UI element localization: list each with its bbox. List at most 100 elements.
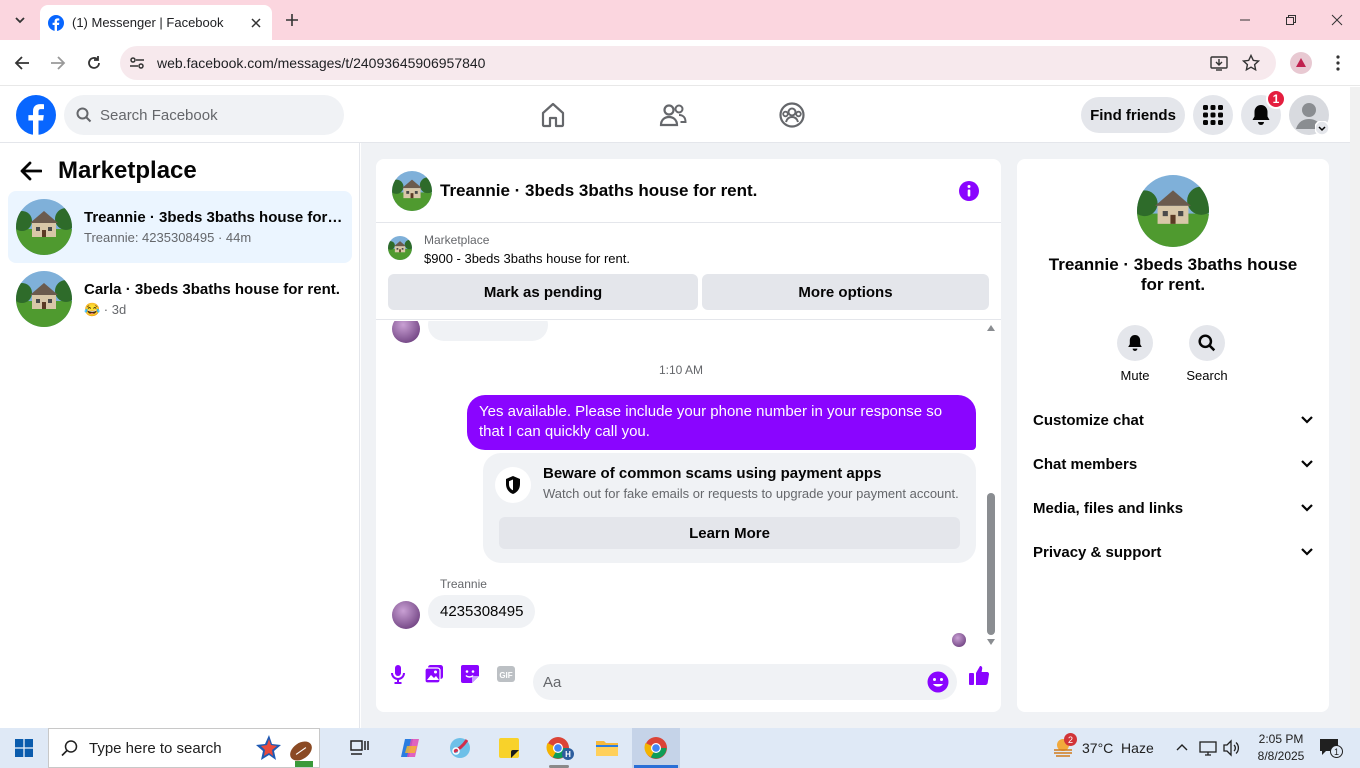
listing-price-title[interactable]: $900 - 3beds 3baths house for rent. (424, 251, 630, 266)
thumbs-up-icon[interactable] (968, 664, 990, 686)
scrollbar-thumb[interactable] (987, 493, 995, 635)
message-thread: 1:10 AM Yes available. Please include yo… (376, 321, 1001, 651)
back-arrow-icon[interactable] (20, 161, 42, 181)
scroll-up-icon[interactable] (987, 325, 995, 331)
facebook-favicon-icon (48, 14, 64, 31)
search-conversation-button[interactable]: Search (1177, 325, 1237, 383)
learn-more-button[interactable]: Learn More (499, 517, 960, 549)
minimize-icon[interactable] (1222, 0, 1268, 40)
section-label: Media, files and links (1033, 499, 1184, 517)
chat-members-section[interactable]: Chat members (1033, 449, 1313, 479)
media-files-links-section[interactable]: Media, files and links (1033, 493, 1313, 523)
find-friends-button[interactable]: Find friends (1081, 97, 1185, 133)
snipping-tool-icon[interactable] (448, 736, 472, 760)
photo-icon[interactable] (424, 664, 444, 684)
clock[interactable]: 2:05 PM 8/8/2025 (1250, 731, 1312, 765)
windows-taskbar: Type here to search H 2 37°C Haze 2:05 P… (0, 728, 1360, 768)
copilot-icon[interactable] (398, 736, 422, 760)
task-view-icon[interactable] (348, 736, 372, 760)
details-avatar[interactable] (1137, 175, 1209, 247)
menu-grid-button[interactable] (1193, 95, 1233, 135)
conversation-title: Carla · 3beds 3baths house for rent. (84, 280, 340, 298)
more-options-button[interactable]: More options (702, 274, 989, 310)
mark-as-pending-button[interactable]: Mark as pending (388, 274, 698, 310)
gif-icon[interactable]: GIF (496, 664, 516, 684)
forward-icon[interactable] (46, 51, 70, 75)
chevron-down-icon (1315, 121, 1329, 135)
listing-small-thumbnail (388, 236, 412, 260)
bell-icon (1252, 105, 1270, 125)
browser-menu-icon[interactable] (1332, 54, 1344, 72)
microphone-icon[interactable] (388, 664, 408, 684)
chevron-up-icon[interactable] (1176, 742, 1188, 752)
friends-icon[interactable] (659, 101, 687, 129)
page-scrollbar[interactable] (1350, 87, 1360, 728)
mute-button[interactable]: Mute (1105, 325, 1165, 383)
reload-icon[interactable] (82, 51, 106, 75)
profile-avatar-icon[interactable] (1290, 52, 1312, 74)
account-button[interactable] (1289, 95, 1329, 135)
taskbar-search-input[interactable]: Type here to search (48, 728, 320, 768)
bookmark-star-icon[interactable] (1242, 54, 1260, 72)
file-explorer-icon[interactable] (595, 736, 619, 760)
scroll-down-icon[interactable] (987, 639, 995, 645)
message-input[interactable]: Aa (533, 664, 957, 700)
sticker-icon[interactable] (460, 664, 480, 684)
chat-header: Treannie · 3beds 3baths house for rent. (376, 159, 1001, 223)
chrome-profile-badge: H (562, 748, 574, 760)
groups-icon[interactable] (778, 101, 806, 129)
install-app-icon[interactable] (1210, 54, 1228, 72)
conversation-item-treannie[interactable]: Treannie · 3beds 3baths house for ... Tr… (8, 191, 352, 263)
section-label: Customize chat (1033, 411, 1144, 429)
close-window-icon[interactable] (1314, 0, 1360, 40)
incoming-message: 4235308495 (428, 595, 536, 628)
chrome-taskbar-button[interactable]: H (536, 728, 582, 768)
customize-chat-section[interactable]: Customize chat (1033, 405, 1313, 435)
volume-icon[interactable] (1222, 739, 1240, 757)
shield-icon (495, 467, 531, 503)
conversation-list-panel: Marketplace Treannie · 3beds 3baths hous… (0, 143, 360, 728)
chrome-icon (644, 737, 667, 759)
chevron-down-icon (1301, 504, 1313, 512)
home-icon[interactable] (539, 101, 567, 129)
info-icon[interactable] (959, 181, 979, 201)
site-settings-icon[interactable] (128, 54, 146, 72)
tab-close-icon[interactable] (248, 15, 264, 31)
message-scrollbar[interactable] (986, 321, 996, 651)
scam-warning-card: Beware of common scams using payment app… (483, 453, 976, 563)
emoji-icon[interactable] (927, 671, 949, 693)
search-label: Search (1186, 368, 1228, 383)
sticky-notes-icon[interactable] (497, 736, 521, 760)
marketplace-label: Marketplace (424, 233, 490, 247)
back-icon[interactable] (10, 51, 34, 75)
conversation-item-carla[interactable]: Carla · 3beds 3baths house for rent. 😂 ·… (8, 263, 352, 335)
seen-receipt-avatar (952, 633, 966, 647)
section-label: Privacy & support (1033, 543, 1162, 561)
browser-tab-bar: (1) Messenger | Facebook (0, 0, 1360, 40)
outgoing-message: Yes available. Please include your phone… (467, 395, 976, 450)
message-composer: GIF Aa (376, 651, 1001, 712)
chat-avatar[interactable] (392, 170, 432, 211)
url-field[interactable]: web.facebook.com/messages/t/240936459069… (120, 46, 1276, 80)
chat-details-panel: Treannie · 3beds 3baths house for rent. … (1017, 159, 1329, 712)
chrome-active-taskbar-button[interactable] (632, 728, 680, 768)
svg-text:GIF: GIF (499, 671, 512, 680)
search-icon (61, 740, 78, 757)
new-tab-icon[interactable] (282, 10, 302, 30)
details-name: Treannie · 3beds 3baths house for rent. (1048, 255, 1298, 294)
weather-widget[interactable]: 2 37°C Haze (1052, 728, 1154, 768)
tab-search-dropdown-icon[interactable] (8, 8, 32, 32)
facebook-search-input[interactable]: Search Facebook (64, 95, 344, 135)
weather-text: 37°C Haze (1082, 740, 1154, 756)
weather-alert-badge: 2 (1064, 733, 1077, 746)
maximize-icon[interactable] (1268, 0, 1314, 40)
privacy-support-section[interactable]: Privacy & support (1033, 537, 1313, 567)
chat-title[interactable]: Treannie · 3beds 3baths house for rent. (440, 181, 757, 201)
sender-avatar (392, 321, 420, 343)
facebook-logo-icon[interactable] (16, 95, 56, 135)
browser-tab[interactable]: (1) Messenger | Facebook (40, 5, 272, 40)
grid-icon (1203, 105, 1223, 125)
network-icon[interactable] (1199, 740, 1217, 756)
notification-center-button[interactable]: 1 (1318, 737, 1343, 759)
start-button[interactable] (0, 728, 48, 768)
